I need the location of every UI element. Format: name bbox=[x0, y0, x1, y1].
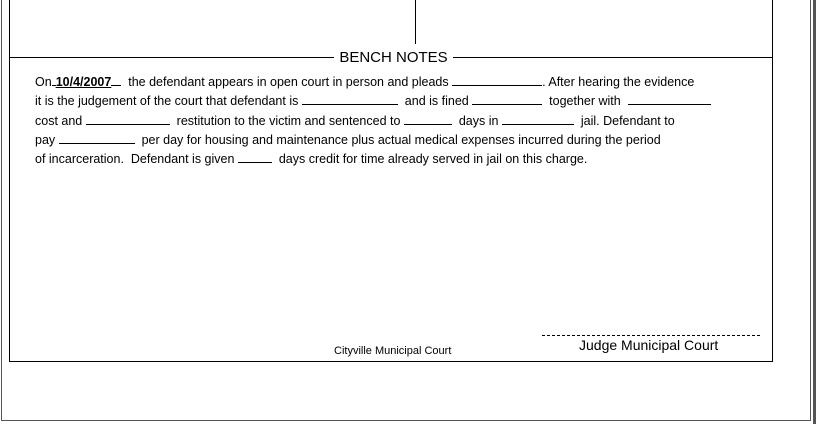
notes-line-1: On 10/4/2007 the defendant appears in ope… bbox=[35, 74, 694, 90]
signature-line bbox=[542, 335, 760, 336]
verdict-blank[interactable] bbox=[301, 93, 398, 105]
notes-text: of incarceration. Defendant is given bbox=[35, 152, 238, 166]
notes-text: . After hearing the evidence bbox=[542, 75, 695, 89]
notes-text: On bbox=[35, 75, 52, 89]
credit-days-blank[interactable] bbox=[237, 151, 272, 163]
court-name: Cityville Municipal Court bbox=[334, 345, 452, 357]
notes-text: days in bbox=[451, 114, 502, 128]
plea-date[interactable]: 10/4/2007 bbox=[56, 75, 112, 89]
notes-text: jail. Defendant to bbox=[573, 114, 675, 128]
jail-blank[interactable] bbox=[501, 113, 574, 125]
notes-text: and is fined bbox=[397, 94, 473, 108]
notes-text: restitution to the victim and sentenced … bbox=[169, 114, 404, 128]
title-rule-right bbox=[453, 57, 773, 58]
signature-label: Judge Municipal Court bbox=[579, 337, 719, 353]
notes-line-4: pay per day for housing and maintenance … bbox=[35, 132, 661, 148]
date-trail-blank bbox=[111, 74, 122, 86]
notes-text: days credit for time already served in j… bbox=[271, 152, 588, 166]
column-divider bbox=[415, 0, 416, 44]
notes-text: per day for housing and maintenance plus… bbox=[134, 133, 661, 147]
notes-text: cost and bbox=[35, 114, 86, 128]
cost-blank[interactable] bbox=[85, 113, 170, 125]
plea-blank[interactable] bbox=[452, 74, 543, 86]
notes-line-5: of incarceration. Defendant is given day… bbox=[35, 151, 587, 167]
title-rule-left bbox=[9, 57, 334, 58]
notes-line-2: it is the judgement of the court that de… bbox=[35, 93, 711, 109]
per-day-blank[interactable] bbox=[58, 132, 135, 144]
section-title: BENCH NOTES bbox=[339, 49, 448, 66]
notes-text: pay bbox=[35, 133, 59, 147]
notes-text: it is the judgement of the court that de… bbox=[35, 94, 302, 108]
notes-text: together with bbox=[542, 94, 628, 108]
together-with-blank[interactable] bbox=[627, 93, 711, 105]
notes-text: the defendant appears in open court in p… bbox=[121, 75, 453, 89]
fine-blank[interactable] bbox=[472, 93, 543, 105]
sentence-days-blank[interactable] bbox=[403, 113, 452, 125]
notes-line-3: cost and restitution to the victim and s… bbox=[35, 113, 675, 129]
